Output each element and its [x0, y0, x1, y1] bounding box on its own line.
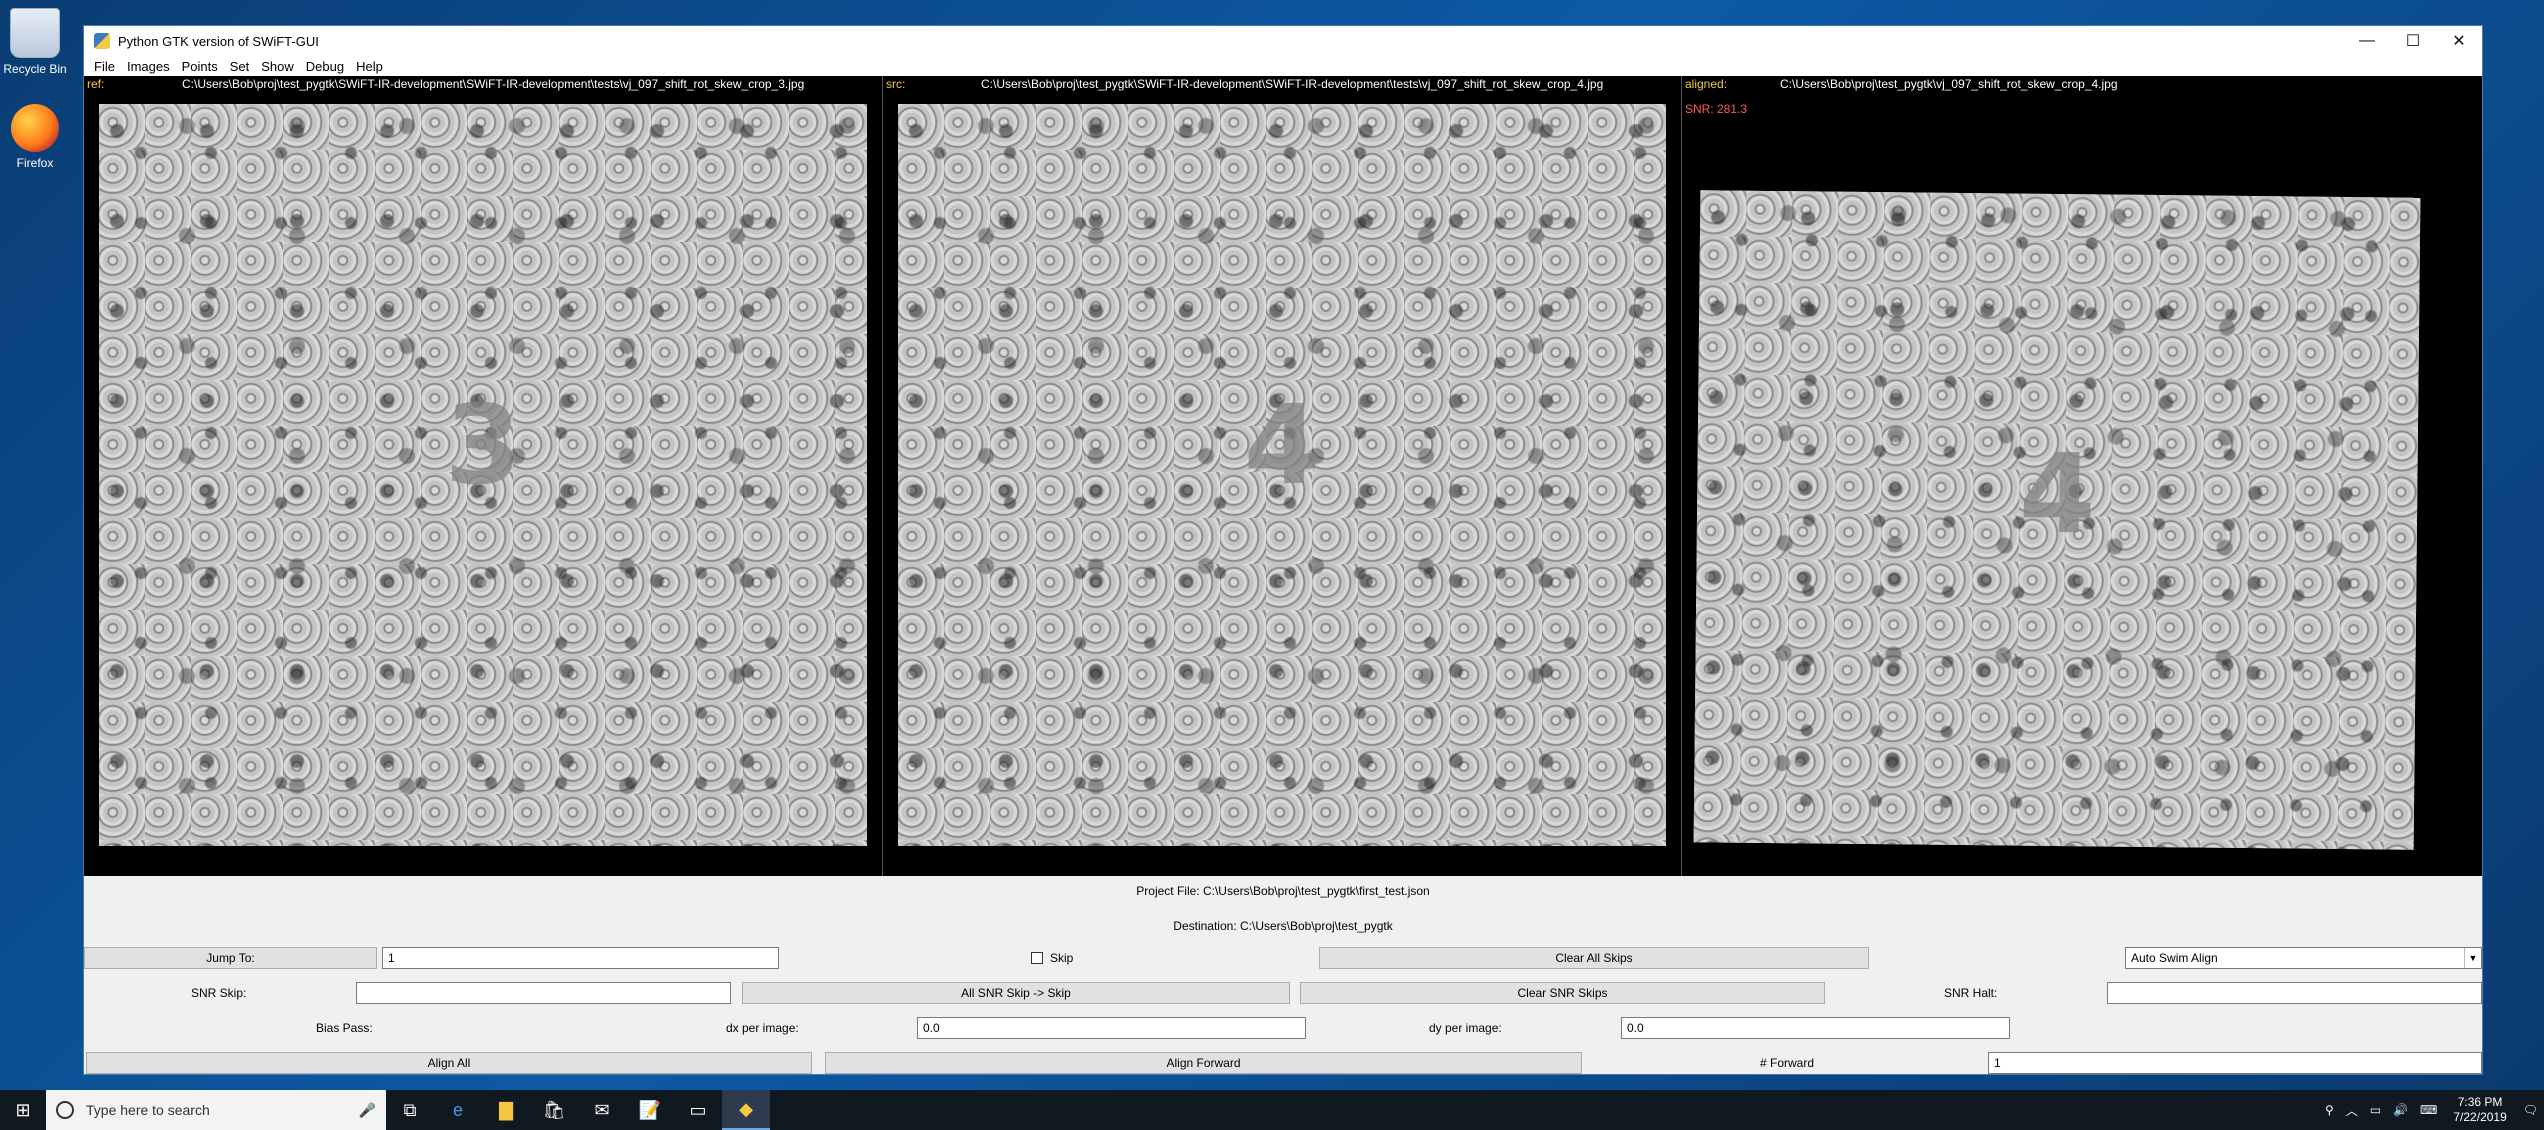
snr-readout: SNR: 281.3 — [1685, 102, 1748, 116]
src-image[interactable]: 4 — [898, 104, 1666, 846]
skip-label: Skip — [1050, 951, 1074, 965]
file-explorer-icon[interactable]: ▇ — [482, 1090, 530, 1130]
skip-checkbox[interactable] — [1031, 952, 1043, 964]
project-file-label: Project File: C:\Users\Bob\proj\test_pyg… — [1136, 884, 1430, 898]
volume-icon[interactable]: 🔊 — [2387, 1103, 2414, 1117]
menu-images[interactable]: Images — [121, 59, 176, 74]
windows-start-icon[interactable]: ⊞ — [0, 1090, 46, 1130]
python-app-icon — [94, 33, 110, 49]
aligned-pane[interactable]: aligned: C:\Users\Bob\proj\test_pygtk\vj… — [1682, 76, 2481, 876]
dy-label: dy per image: — [1429, 1021, 1502, 1035]
snr-halt-label: SNR Halt: — [1944, 986, 1998, 1000]
align-mode-select[interactable]: Auto Swim Align ▼ — [2125, 947, 2482, 969]
store-icon[interactable]: 🛍 — [530, 1090, 578, 1130]
dx-label: dx per image: — [726, 1021, 799, 1035]
destination-label: Destination: C:\Users\Bob\proj\test_pygt… — [1173, 919, 1393, 933]
menu-help[interactable]: Help — [350, 59, 389, 74]
clock-date: 7/22/2019 — [2453, 1110, 2507, 1124]
bias-pass-label: Bias Pass: — [316, 1021, 373, 1035]
taskbar: ⊞ Type here to search 🎤 ⧉ e ▇ 🛍 ✉ 📝 ▭ ◆ … — [0, 1090, 2544, 1130]
ref-path: C:\Users\Bob\proj\test_pygtk\SWiFT-IR-de… — [182, 77, 805, 91]
all-snr-skip-button[interactable]: All SNR Skip -> Skip — [742, 982, 1290, 1004]
menu-debug[interactable]: Debug — [300, 59, 350, 74]
mail-icon[interactable]: ✉ — [578, 1090, 626, 1130]
clock[interactable]: 7:36 PM 7/22/2019 — [2443, 1095, 2516, 1125]
firefox-icon — [11, 104, 59, 152]
image-panes: ref: C:\Users\Bob\proj\test_pygtk\SWiFT-… — [84, 76, 2482, 876]
src-path: C:\Users\Bob\proj\test_pygtk\SWiFT-IR-de… — [981, 77, 1604, 91]
src-section-number: 4 — [1243, 381, 1321, 510]
notification-icon[interactable]: 🗨 — [2517, 1103, 2544, 1117]
maximize-button[interactable]: ☐ — [2390, 26, 2436, 56]
menu-set[interactable]: Set — [224, 59, 256, 74]
minimize-button[interactable]: — — [2344, 26, 2390, 56]
ref-section-number: 3 — [444, 381, 522, 510]
control-panel: Project File: C:\Users\Bob\proj\test_pyg… — [84, 876, 2482, 1074]
python-taskbar-icon[interactable]: ◆ — [722, 1090, 770, 1130]
snr-skip-label: SNR Skip: — [191, 986, 247, 1000]
forward-count-label: # Forward — [1760, 1056, 1815, 1070]
desktop-icon-label: Firefox — [16, 156, 54, 170]
title-bar[interactable]: Python GTK version of SWiFT-GUI — ☐ ✕ — [84, 26, 2482, 56]
ref-pane[interactable]: ref: C:\Users\Bob\proj\test_pygtk\SWiFT-… — [84, 76, 883, 876]
desktop-icon-label: Recycle Bin — [3, 62, 67, 76]
chevron-down-icon: ▼ — [2464, 948, 2481, 968]
app-window: Python GTK version of SWiFT-GUI — ☐ ✕ Fi… — [83, 25, 2483, 1075]
keyboard-icon[interactable]: ⌨ — [2414, 1103, 2443, 1117]
cortana-circle-icon — [56, 1101, 74, 1119]
clear-all-skips-button[interactable]: Clear All Skips — [1319, 947, 1869, 969]
chevron-up-icon[interactable]: ︿ — [2340, 1102, 2364, 1119]
menu-file[interactable]: File — [88, 59, 121, 74]
desktop-icon-recycle-bin[interactable]: Recycle Bin — [0, 8, 70, 76]
system-tray: ⚲ ︿ ▭ 🔊 ⌨ 7:36 PM 7/22/2019 🗨 — [2319, 1095, 2544, 1125]
ref-image[interactable]: 3 — [99, 104, 867, 846]
snr-halt-input[interactable] — [2107, 982, 2482, 1004]
forward-count-input[interactable] — [1988, 1052, 2482, 1074]
menu-show[interactable]: Show — [255, 59, 300, 74]
network-icon[interactable]: ▭ — [2364, 1103, 2387, 1117]
src-pane[interactable]: src: C:\Users\Bob\proj\test_pygtk\SWiFT-… — [883, 76, 1682, 876]
aligned-image[interactable]: 4 — [1693, 190, 2421, 850]
align-all-button[interactable]: Align All — [86, 1052, 812, 1074]
people-icon[interactable]: ⚲ — [2319, 1103, 2340, 1117]
window-title: Python GTK version of SWiFT-GUI — [118, 33, 319, 49]
ref-label: ref: — [87, 77, 105, 91]
align-forward-button[interactable]: Align Forward — [825, 1052, 1582, 1074]
desktop-icon-firefox[interactable]: Firefox — [0, 104, 70, 170]
align-mode-value: Auto Swim Align — [2131, 951, 2218, 965]
menu-points[interactable]: Points — [176, 59, 224, 74]
aligned-path: C:\Users\Bob\proj\test_pygtk\vj_097_shif… — [1780, 77, 2118, 91]
snr-skip-input[interactable] — [356, 982, 731, 1004]
notepad-icon[interactable]: 📝 — [626, 1090, 674, 1130]
close-button[interactable]: ✕ — [2436, 26, 2482, 56]
src-label: src: — [886, 77, 906, 91]
jump-to-button[interactable]: Jump To: — [84, 947, 377, 969]
clear-snr-skips-button[interactable]: Clear SNR Skips — [1300, 982, 1825, 1004]
terminal-icon[interactable]: ▭ — [674, 1090, 722, 1130]
microphone-icon[interactable]: 🎤 — [359, 1102, 376, 1119]
aligned-label: aligned: — [1685, 77, 1728, 91]
clock-time: 7:36 PM — [2457, 1095, 2503, 1109]
dx-input[interactable] — [917, 1017, 1306, 1039]
jump-to-input[interactable] — [382, 947, 779, 969]
menu-bar: File Images Points Set Show Debug Help — [84, 56, 2482, 76]
dy-input[interactable] — [1621, 1017, 2010, 1039]
taskbar-search[interactable]: Type here to search 🎤 — [46, 1090, 386, 1130]
task-view-icon[interactable]: ⧉ — [386, 1090, 434, 1130]
recycle-bin-icon — [10, 8, 60, 58]
edge-icon[interactable]: e — [434, 1090, 482, 1130]
search-placeholder: Type here to search — [86, 1102, 210, 1118]
aligned-section-number: 4 — [2018, 429, 2097, 559]
